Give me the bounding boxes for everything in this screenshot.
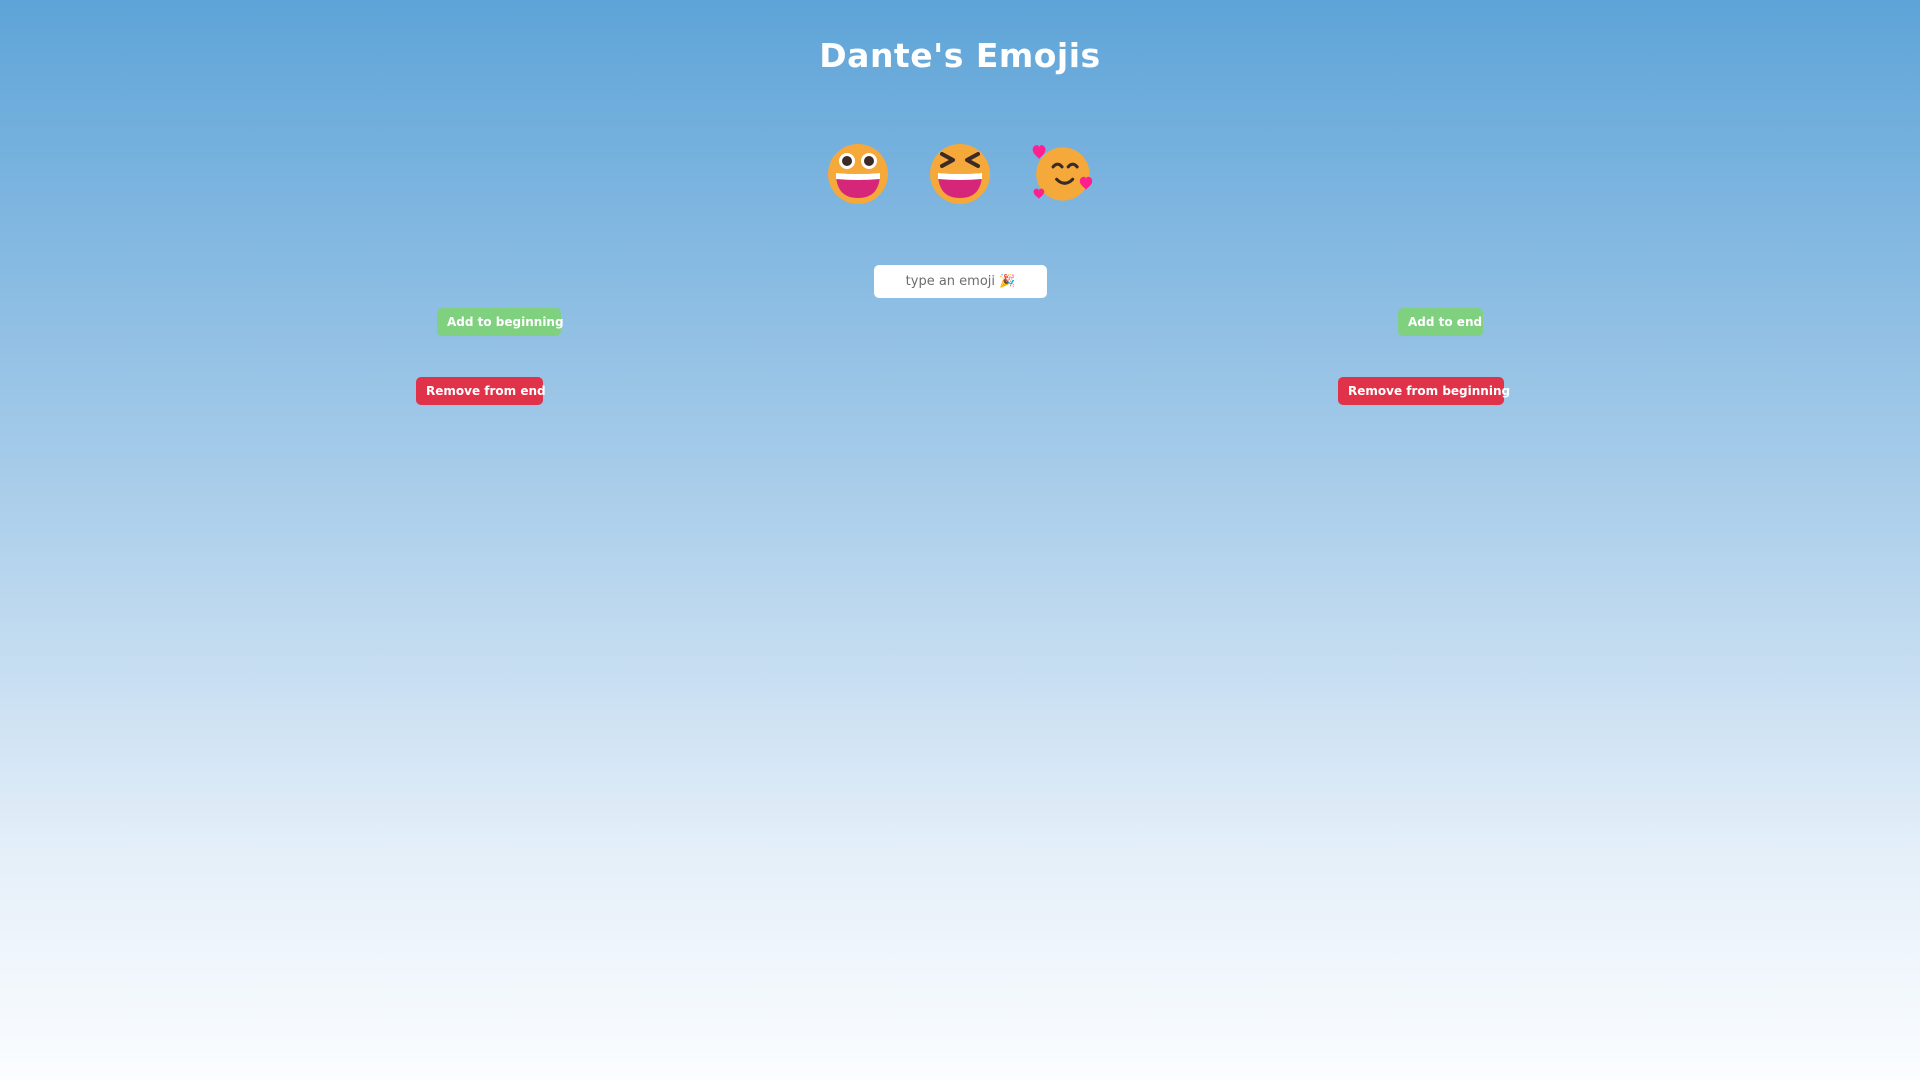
grinning-squinting-face-icon bbox=[930, 144, 990, 204]
emoji-item bbox=[1030, 138, 1094, 210]
smiling-face-with-hearts-icon bbox=[1032, 145, 1093, 201]
emoji-item bbox=[826, 138, 890, 210]
remove-from-beginning-button[interactable]: Remove from beginning bbox=[1338, 377, 1510, 405]
page-title: Dante's Emojis bbox=[819, 36, 1101, 75]
add-to-end-button[interactable]: Add to end bbox=[1398, 308, 1483, 336]
add-to-beginning-button[interactable]: Add to beginning bbox=[437, 308, 564, 336]
emoji-item bbox=[928, 138, 992, 210]
emoji-list bbox=[0, 138, 1920, 210]
emoji-input[interactable] bbox=[874, 265, 1047, 298]
remove-from-end-button[interactable]: Remove from end bbox=[416, 377, 546, 405]
grinning-face-with-big-eyes-icon bbox=[828, 144, 888, 204]
